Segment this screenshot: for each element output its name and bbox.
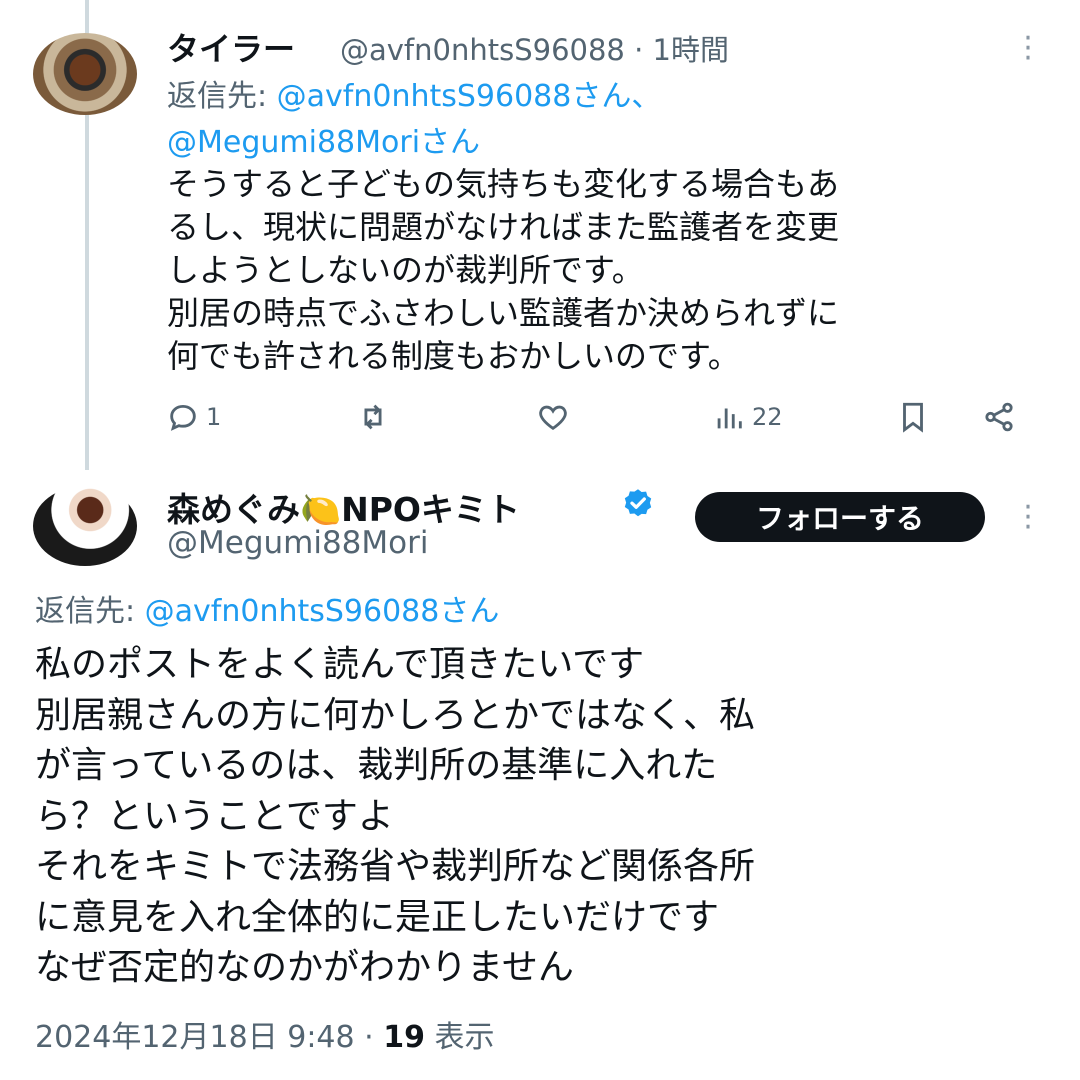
share-icon bbox=[985, 402, 1013, 432]
bookmark-button[interactable] bbox=[896, 392, 930, 442]
reply-count: 1 bbox=[206, 403, 222, 431]
tweet1-more-icon[interactable]: · · · bbox=[1018, 24, 1038, 74]
bookmark-icon bbox=[903, 402, 923, 433]
views-number: 19 bbox=[383, 1020, 425, 1055]
tweet2-handle[interactable]: @Megumi88Mori bbox=[167, 525, 428, 561]
reply-mention-link[interactable]: @avfn0nhtsS96088さん、 bbox=[277, 79, 662, 114]
tweet2-body-line: に意見を入れ全体的に是正したいだけです bbox=[35, 896, 720, 938]
tweet2-reply-to: 返信先: @avfn0nhtsS96088さん bbox=[35, 586, 499, 630]
views-count: 22 bbox=[752, 403, 783, 431]
tweet2-body-line: それをキミトで法務省や裁判所など関係各所 bbox=[35, 846, 756, 887]
tweet1-body-line: るし、現状に問題がなければまた監護者を変更 bbox=[167, 208, 840, 246]
reply-mention-link[interactable]: @avfn0nhtsS96088さん bbox=[145, 594, 500, 629]
tweet1-author-name[interactable]: タイラー bbox=[167, 24, 295, 70]
retweet-button[interactable] bbox=[356, 392, 396, 442]
reply-prefix: 返信先: bbox=[167, 79, 277, 114]
avatar-taira[interactable] bbox=[33, 33, 137, 115]
like-button[interactable] bbox=[536, 392, 576, 442]
tweet1-reply-to: 返信先: @avfn0nhtsS96088さん、 @Megumi88Moriさん bbox=[167, 74, 661, 166]
tweet2-body: 私のポストをよく読んで頂きたいです 別居親さんの方に何かしろとかではなく、私 が… bbox=[35, 640, 1045, 994]
views-label: 表示 bbox=[424, 1020, 495, 1055]
reply-prefix: 返信先: bbox=[35, 594, 145, 629]
views-button[interactable]: 22 bbox=[712, 392, 783, 442]
tweet2-more-icon[interactable]: · · · bbox=[1018, 493, 1038, 543]
views-icon bbox=[717, 408, 742, 429]
reply-mention-link[interactable]: @Megumi88Moriさん bbox=[167, 125, 480, 160]
tweet2-body-line: 私のポストをよく読んで頂きたいです bbox=[35, 644, 645, 685]
tweet2-body-line: 別居親さんの方に何かしろとかではなく、私 bbox=[35, 694, 756, 736]
reply-button[interactable]: 1 bbox=[166, 392, 221, 442]
tweet1-body: そうすると子どもの気持ちも変化する場合もあ るし、現状に問題がなければまた監護者… bbox=[167, 163, 1057, 378]
tweet2-body-line: なぜ否定的なのかがわかりません bbox=[35, 947, 574, 988]
tweet2-body-line: が言っているのは、裁判所の基準に入れた bbox=[35, 745, 718, 786]
tweet1-body-line: 別居の時点でふさわしい監護者か決められずに bbox=[167, 294, 840, 332]
verified-badge-icon bbox=[624, 489, 652, 517]
tweet2-author-name[interactable]: 森めぐみ🍋NPOキミト bbox=[167, 483, 520, 531]
timestamp[interactable]: 2024年12月18日 9:48 · bbox=[35, 1020, 383, 1055]
tweet1-action-bar: 1 22 bbox=[160, 392, 1040, 442]
tweet1-body-line: そうすると子どもの気持ちも変化する場合もあ bbox=[167, 165, 840, 203]
tweet1-body-line: しようとしないのが裁判所です。 bbox=[167, 251, 644, 289]
like-icon bbox=[539, 405, 567, 431]
follow-button[interactable]: フォローする bbox=[695, 492, 985, 542]
retweet-icon bbox=[364, 404, 382, 430]
share-button[interactable] bbox=[982, 392, 1016, 442]
tweet2-body-line: ら？ということですよ bbox=[35, 795, 394, 837]
tweet2-timestamp-views: 2024年12月18日 9:48 · 19 表示 bbox=[35, 1012, 495, 1056]
tweet1-body-line: 何でも許される制度もおかしいのです。 bbox=[167, 337, 740, 375]
tweet1-handle-time[interactable]: @avfn0nhtsS96088 · 1時間 bbox=[340, 27, 729, 69]
reply-icon bbox=[170, 404, 196, 431]
avatar-megumi[interactable] bbox=[33, 486, 137, 566]
